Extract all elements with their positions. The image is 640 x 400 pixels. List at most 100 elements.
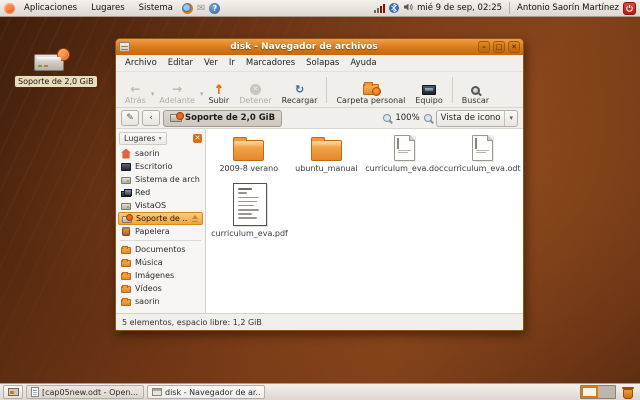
folder-icon (233, 140, 264, 161)
menu-ver[interactable]: Ver (199, 56, 223, 70)
sidebar-item-vistaos[interactable]: VistaOS (118, 199, 203, 212)
zoom-out-icon[interactable] (383, 114, 391, 122)
view-mode-select[interactable]: Vista de icono ▾ (436, 110, 518, 127)
up-arrow-icon: ↑ (214, 84, 224, 95)
ubuntu-logo-icon[interactable] (4, 3, 15, 14)
file-item-folder-ubuntu-manual[interactable]: ubuntu_manual (288, 140, 366, 173)
forward-arrow-icon: → (172, 84, 182, 95)
sidebar-item-saorin-folder[interactable]: saorin (118, 295, 203, 308)
chevron-down-icon: ▾ (159, 135, 162, 142)
workspace-1[interactable] (581, 386, 598, 398)
drive-icon (121, 203, 131, 210)
reload-button[interactable]: ↻ Recargar (277, 74, 323, 106)
sidebar-item-home[interactable]: saorin (118, 147, 203, 160)
window-title: disk - Navegador de archivos (133, 42, 475, 52)
folder-icon (121, 247, 131, 254)
desktop-volume-icon[interactable]: Soporte de 2,0 GiB (14, 54, 84, 88)
path-scroll-left-button[interactable]: ‹ (142, 110, 160, 126)
home-icon (121, 149, 131, 159)
sidebar-item-red[interactable]: Red (118, 186, 203, 199)
toolbar-separator (452, 77, 453, 103)
taskbar-window-openoffice[interactable]: [cap05new.odt - Open... (26, 385, 144, 399)
zoom-in-icon[interactable] (424, 114, 432, 122)
computer-button[interactable]: Equipo (410, 74, 447, 106)
sidebar-item-videos[interactable]: Vídeos (118, 282, 203, 295)
user-menu[interactable]: Antonio Saorín Martínez (517, 3, 619, 13)
workspace-switcher (580, 385, 616, 399)
maximize-button[interactable]: □ (493, 41, 505, 53)
menu-marcadores[interactable]: Marcadores (241, 56, 300, 70)
help-launcher-icon[interactable]: ? (209, 3, 220, 14)
sidebar-item-imagenes[interactable]: Imágenes (118, 269, 203, 282)
tray-separator (509, 2, 510, 14)
sidebar-item-filesystem[interactable]: Sistema de archi... (118, 173, 203, 186)
close-button[interactable]: ✕ (508, 41, 520, 53)
file-view[interactable]: 2009-8 verano ubuntu_manual curriculum_e… (206, 129, 523, 313)
window-menubar: Archivo Editar Ver Ir Marcadores Solapas… (116, 55, 523, 72)
removable-disk-icon (170, 114, 182, 122)
menu-editar[interactable]: Editar (163, 56, 198, 70)
file-item-curriculum-pdf[interactable]: curriculum_eva.pdf (210, 183, 289, 238)
home-button[interactable]: Carpeta personal (331, 74, 410, 106)
zoom-level: 100% (395, 113, 419, 123)
back-button[interactable]: ← Atrás (120, 74, 151, 106)
sidebar-item-musica[interactable]: Música (118, 256, 203, 269)
file-item-curriculum-odt[interactable]: curriculum_eva.odt (443, 135, 521, 173)
file-item-folder-verano[interactable]: 2009-8 verano (210, 140, 288, 173)
top-panel: Aplicaciones Lugares Sistema ✉ ? mié 9 d… (0, 0, 640, 17)
menu-ayuda[interactable]: Ayuda (345, 56, 381, 70)
folder-icon (121, 299, 131, 306)
window-toolbar: ← Atrás ▾ → Adelante ▾ ↑ Subir ✕ Detener… (116, 72, 523, 108)
places-sidebar: Lugares▾ ✕ saorin Escritorio Sistema de … (116, 129, 206, 313)
trash-applet-icon[interactable] (622, 386, 634, 399)
bluetooth-icon[interactable] (389, 3, 399, 13)
menu-sistema[interactable]: Sistema (134, 1, 178, 15)
disk-icon (34, 54, 64, 71)
path-button-current[interactable]: Soporte de 2,0 GiB (163, 110, 282, 127)
minimize-button[interactable]: – (478, 41, 490, 53)
menu-archivo[interactable]: Archivo (120, 56, 162, 70)
sidebar-item-papelera[interactable]: Papelera (118, 225, 203, 238)
firefox-launcher-icon[interactable] (182, 3, 193, 14)
taskbar-window-filemanager[interactable]: disk - Navegador de ar... (147, 385, 265, 399)
menu-lugares[interactable]: Lugares (86, 1, 130, 15)
menu-ir[interactable]: Ir (224, 56, 240, 70)
file-manager-window: disk - Navegador de archivos – □ ✕ Archi… (115, 38, 524, 331)
window-icon (119, 42, 130, 52)
network-signal-icon[interactable] (374, 4, 385, 13)
show-desktop-button[interactable] (3, 385, 23, 399)
sidebar-item-escritorio[interactable]: Escritorio (118, 160, 203, 173)
menu-solapas[interactable]: Solapas (301, 56, 344, 70)
shutdown-button[interactable] (623, 2, 636, 15)
menu-aplicaciones[interactable]: Aplicaciones (19, 1, 82, 15)
mail-launcher-icon[interactable]: ✉ (197, 3, 205, 14)
edit-location-button[interactable]: ✎ (121, 110, 139, 126)
location-bar: ✎ ‹ Soporte de 2,0 GiB 100% Vista de ico… (116, 108, 523, 129)
clock[interactable]: mié 9 de sep, 02:25 (417, 3, 502, 13)
forward-button[interactable]: → Adelante (154, 74, 200, 106)
volume-icon[interactable] (403, 2, 413, 14)
file-item-curriculum-doc[interactable]: curriculum_eva.doc (365, 135, 443, 173)
show-desktop-icon (8, 388, 19, 396)
window-statusbar: 5 elementos, espacio libre: 1,2 GiB (116, 313, 523, 330)
sidebar-mode-select[interactable]: Lugares▾ (119, 132, 167, 145)
folder-icon (121, 260, 131, 267)
sidebar-item-documentos[interactable]: Documentos (118, 243, 203, 256)
workspace-2[interactable] (598, 386, 615, 398)
home-folder-icon (363, 84, 379, 95)
search-icon (471, 86, 480, 95)
stop-button[interactable]: ✕ Detener (234, 74, 276, 106)
folder-icon (121, 273, 131, 280)
ubuntu-emblem-icon (57, 48, 70, 61)
up-button[interactable]: ↑ Subir (203, 74, 234, 106)
reload-icon: ↻ (295, 84, 304, 95)
sidebar-item-soporte[interactable]: Soporte de ... (118, 212, 203, 225)
window-titlebar[interactable]: disk - Navegador de archivos – □ ✕ (116, 39, 523, 55)
drive-icon (121, 177, 131, 184)
search-button[interactable]: Buscar (457, 74, 494, 106)
removable-disk-icon (122, 216, 132, 223)
system-tray: mié 9 de sep, 02:25 Antonio Saorín Martí… (374, 2, 636, 15)
eject-icon[interactable] (191, 215, 199, 222)
sidebar-close-icon[interactable]: ✕ (193, 134, 202, 143)
folder-icon (121, 286, 131, 293)
